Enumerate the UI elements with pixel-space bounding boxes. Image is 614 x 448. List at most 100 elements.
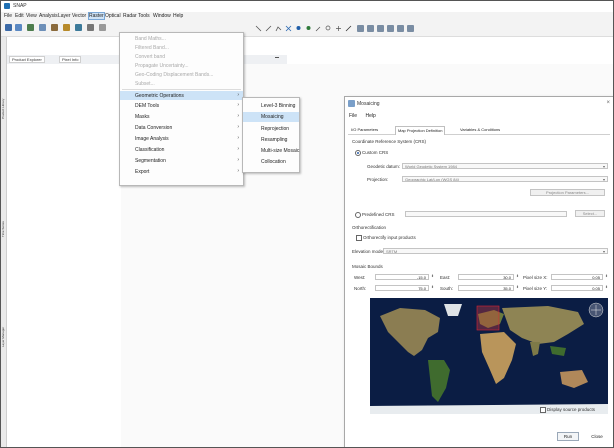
predefined-crs-field[interactable] xyxy=(405,211,567,217)
zoom-tool-icon[interactable] xyxy=(325,25,332,32)
draw-line-icon[interactable] xyxy=(345,25,352,32)
submenu-item-mosaicing[interactable]: Mosaicing xyxy=(243,112,299,122)
pixel-x-spinner-icon[interactable]: ⬍ xyxy=(605,274,608,278)
menu-item-filtered-band[interactable]: Filtered Band... xyxy=(120,43,243,52)
pixel-y-spinner-icon[interactable]: ⬍ xyxy=(605,285,608,289)
submenu-item-level3-binning[interactable]: Level-3 Binning xyxy=(243,101,299,111)
dialog-menu-file[interactable]: File xyxy=(349,113,357,119)
pixel-size-y-input[interactable]: 0.05 xyxy=(551,285,603,291)
tab-map-projection[interactable]: Map Projection Definition xyxy=(395,126,446,135)
projection-parameters-button[interactable]: Projection Parameters... xyxy=(530,189,605,196)
world-map-preview[interactable] xyxy=(370,298,608,414)
menu-item-image-analysis[interactable]: Image Analysis › xyxy=(120,134,243,143)
tab-pixel-info[interactable]: Pixel Info xyxy=(59,56,82,63)
menu-vector[interactable]: Vector xyxy=(72,13,86,19)
run-button[interactable]: Run xyxy=(557,432,579,441)
open-product-icon[interactable] xyxy=(5,24,12,31)
menu-view[interactable]: View xyxy=(26,13,37,19)
magic-wand-icon[interactable] xyxy=(315,25,322,32)
north-input[interactable]: 75.0 xyxy=(375,285,429,291)
submenu-item-reprojection[interactable]: Reprojection xyxy=(243,124,299,134)
menu-optical[interactable]: Optical xyxy=(105,13,121,19)
menu-item-classification[interactable]: Classification › xyxy=(120,145,243,154)
batch-icon[interactable] xyxy=(87,24,94,31)
south-input[interactable]: 35.0 xyxy=(458,285,514,291)
select-crs-button[interactable]: Select... xyxy=(575,210,605,217)
display-source-checkbox[interactable] xyxy=(540,407,546,413)
graph-builder-icon[interactable] xyxy=(75,24,82,31)
pan-tool-icon[interactable] xyxy=(335,25,342,32)
close-icon[interactable]: × xyxy=(606,100,610,106)
south-spinner-icon[interactable]: ⬍ xyxy=(516,285,519,289)
menu-item-propagate-uncertainty[interactable]: Propagate Uncertainty... xyxy=(120,61,243,70)
submenu-item-multisize-mosaic[interactable]: Multi-size Mosaic xyxy=(243,146,299,156)
menu-item-geometric-operations[interactable]: Geometric Operations › xyxy=(120,91,243,100)
pointer-tool-icon[interactable] xyxy=(255,25,262,32)
menu-analysis[interactable]: Analysis xyxy=(39,13,58,19)
menu-item-convert-band[interactable]: Convert band xyxy=(120,52,243,61)
side-tab-product-library[interactable]: Product Library xyxy=(1,49,6,119)
minimize-panel-icon[interactable] xyxy=(275,57,279,58)
menu-raster[interactable]: Raster xyxy=(88,12,105,20)
pixel-size-x-input[interactable]: 0.05 xyxy=(551,274,603,280)
menu-item-data-conversion[interactable]: Data Conversion › xyxy=(120,123,243,132)
rect-tool-icon[interactable] xyxy=(367,25,374,32)
menu-window[interactable]: Window xyxy=(153,13,171,19)
settings-icon[interactable] xyxy=(99,24,106,31)
east-spinner-icon[interactable]: ⬍ xyxy=(516,274,519,278)
polygon-tool-icon[interactable] xyxy=(377,25,384,32)
west-input[interactable]: -15.0 xyxy=(375,274,429,280)
menu-edit[interactable]: Edit xyxy=(15,13,24,19)
menu-item-masks[interactable]: Masks › xyxy=(120,112,243,121)
menu-item-dem-tools[interactable]: DEM Tools › xyxy=(120,101,243,110)
grid-tool-icon[interactable] xyxy=(357,25,364,32)
close-button[interactable]: Close xyxy=(585,432,609,441)
geodetic-datum-select[interactable]: World Geodetic System 1984 xyxy=(402,163,608,169)
layer-icon[interactable] xyxy=(51,24,58,31)
tab-io-parameters[interactable]: I/O Parameters xyxy=(349,126,380,132)
world-view-icon[interactable] xyxy=(397,25,404,32)
projection-select[interactable]: Geographic Lat/Lon (WGS 84) xyxy=(402,176,608,182)
mosaic-bounds-rectangle xyxy=(476,305,500,331)
save-product-icon[interactable] xyxy=(15,24,22,31)
east-input[interactable]: 30.0 xyxy=(458,274,514,280)
north-spinner-icon[interactable]: ⬍ xyxy=(431,285,434,289)
submenu-item-resampling[interactable]: Resampling xyxy=(243,135,299,145)
menu-item-geocoding-displacement[interactable]: Geo-Coding Displacement Bands... xyxy=(120,70,243,79)
menu-tools[interactable]: Tools xyxy=(138,13,150,19)
tab-product-explorer[interactable]: Product Explorer xyxy=(9,56,45,63)
side-tab-time-series[interactable]: Time Series xyxy=(1,127,6,237)
orthorectify-checkbox[interactable] xyxy=(356,235,362,241)
side-tab-layer-manager[interactable]: Layer Manager xyxy=(1,247,6,347)
tab-variables-conditions[interactable]: Variables & Conditions xyxy=(458,126,502,132)
menu-layer[interactable]: Layer xyxy=(58,13,71,19)
menu-item-export[interactable]: Export › xyxy=(120,167,243,176)
ellipse-tool-icon[interactable] xyxy=(387,25,394,32)
polyline-tool-icon[interactable] xyxy=(275,25,282,32)
submenu-arrow-icon: › xyxy=(237,157,239,163)
gcp-tool-icon[interactable] xyxy=(305,25,312,32)
west-spinner-icon[interactable]: ⬍ xyxy=(431,274,434,278)
custom-crs-radio[interactable] xyxy=(355,150,361,156)
menu-item-segmentation[interactable]: Segmentation › xyxy=(120,156,243,165)
dialog-menu-help[interactable]: Help xyxy=(365,113,375,119)
image-icon[interactable] xyxy=(39,24,46,31)
menu-item-band-maths[interactable]: Band Maths... xyxy=(120,34,243,43)
predefined-crs-radio[interactable] xyxy=(355,212,361,218)
ortho-section-title: Orthorectification xyxy=(352,225,387,230)
crs-section-title: Coordinate Reference System (CRS) xyxy=(352,139,427,144)
elevation-model-select[interactable]: SRTM xyxy=(383,248,608,254)
menu-radar[interactable]: Radar xyxy=(123,13,137,19)
vector-icon[interactable] xyxy=(63,24,70,31)
map-navigation-control[interactable] xyxy=(588,302,604,318)
band-maths-icon[interactable] xyxy=(27,24,34,31)
pin-tool-icon[interactable] xyxy=(295,25,302,32)
submenu-arrow-icon: › xyxy=(237,146,239,152)
layer-editor-icon[interactable] xyxy=(407,25,414,32)
submenu-item-collocation[interactable]: Collocation xyxy=(243,157,299,167)
line-tool-icon[interactable] xyxy=(265,25,272,32)
menu-help[interactable]: Help xyxy=(173,13,183,19)
range-finder-icon[interactable] xyxy=(285,25,292,32)
menu-file[interactable]: File xyxy=(4,13,12,19)
menu-item-subset[interactable]: Subset... xyxy=(120,79,243,88)
